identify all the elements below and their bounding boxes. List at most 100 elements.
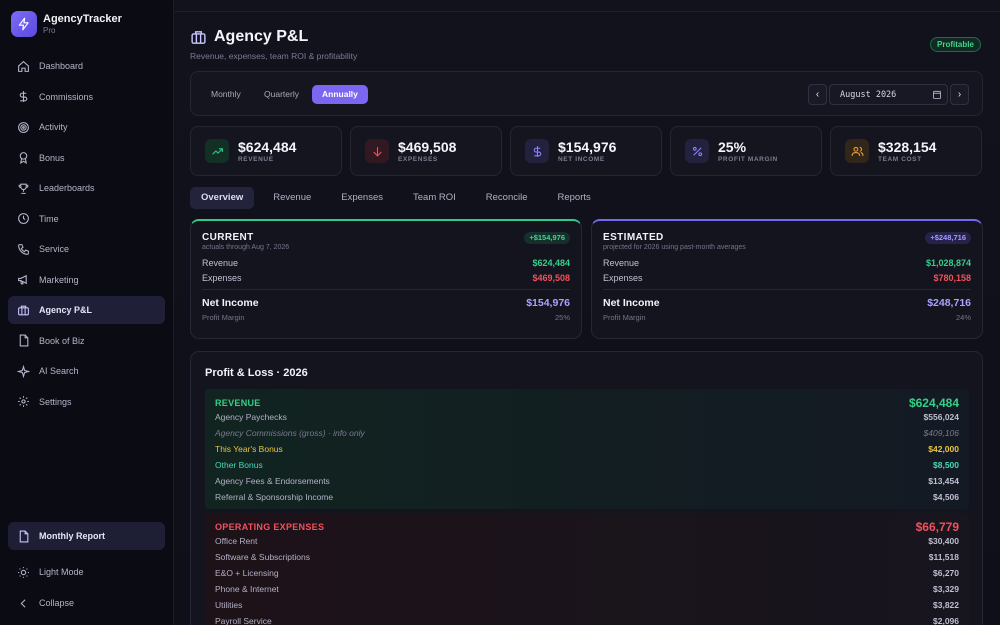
stat-value: $154,976 bbox=[558, 138, 617, 155]
light-mode-toggle[interactable]: Light Mode bbox=[8, 558, 165, 586]
period-monthly[interactable]: Monthly bbox=[201, 85, 251, 104]
page-title: Agency P&L bbox=[214, 28, 309, 45]
brand[interactable]: AgencyTracker Pro bbox=[11, 11, 122, 37]
sidebar-item-label: Time bbox=[39, 213, 59, 224]
row-label: Revenue bbox=[603, 258, 640, 268]
sidebar-item-leaderboards[interactable]: Leaderboards bbox=[8, 174, 165, 202]
row-value: $469,508 bbox=[532, 273, 570, 283]
date-input[interactable]: August 2026 bbox=[829, 84, 948, 105]
sidebar-item-ai-search[interactable]: AI Search bbox=[8, 357, 165, 385]
sidebar-item-label: Activity bbox=[39, 122, 68, 132]
phone-icon bbox=[18, 243, 29, 255]
sidebar-item-bonus[interactable]: Bonus bbox=[8, 144, 165, 172]
list-item: Software & Subscriptions $11,518 bbox=[215, 549, 959, 565]
list-item: Agency Fees & Endorsements $13,454 bbox=[215, 473, 959, 489]
margin-row: Profit Margin 25% bbox=[202, 313, 570, 322]
item-amount: $30,400 bbox=[928, 536, 959, 546]
tab-revenue[interactable]: Revenue bbox=[262, 187, 322, 209]
stat-profit-margin: 25% PROFIT MARGIN bbox=[670, 126, 822, 176]
sidebar-item-label: Agency P&L bbox=[39, 305, 93, 315]
tab-bar: Overview Revenue Expenses Team ROI Recon… bbox=[190, 187, 610, 209]
list-item: Other Bonus $8,500 bbox=[215, 457, 959, 473]
row-label: Revenue bbox=[202, 258, 239, 268]
sidebar-item-label: AI Search bbox=[39, 366, 79, 376]
sidebar-nav: Dashboard Commissions Activity Bonus Lea… bbox=[8, 52, 165, 418]
percent-icon bbox=[685, 139, 709, 163]
margin-value: 24% bbox=[955, 313, 971, 322]
row-value: $780,158 bbox=[933, 273, 971, 283]
item-amount: $2,096 bbox=[933, 616, 959, 625]
sidebar-item-commissions[interactable]: Commissions bbox=[8, 83, 165, 111]
item-label: Utilities bbox=[215, 600, 243, 610]
item-label: Other Bonus bbox=[215, 460, 263, 470]
period-bar: Monthly Quarterly Annually ‹ August 2026… bbox=[190, 71, 983, 116]
item-amount: $3,822 bbox=[933, 600, 959, 610]
main-content: Agency P&L Revenue, expenses, team ROI &… bbox=[174, 0, 1000, 625]
stat-revenue: $624,484 REVENUE bbox=[190, 126, 342, 176]
list-item: Payroll Service $2,096 bbox=[215, 613, 959, 625]
bolt-icon bbox=[11, 11, 37, 37]
users-icon bbox=[845, 139, 869, 163]
gear-icon bbox=[18, 396, 29, 407]
card-title: ESTIMATED bbox=[603, 232, 664, 243]
sun-icon bbox=[18, 566, 29, 578]
collapse-button[interactable]: Collapse bbox=[8, 589, 165, 617]
prev-period-button[interactable]: ‹ bbox=[808, 84, 827, 105]
net-badge: +$154,976 bbox=[524, 232, 570, 244]
sidebar-item-settings[interactable]: Settings bbox=[8, 388, 165, 416]
net-value: $248,716 bbox=[927, 297, 971, 309]
sidebar-item-time[interactable]: Time bbox=[8, 205, 165, 233]
list-item: Office Rent $30,400 bbox=[215, 533, 959, 549]
award-icon bbox=[19, 152, 28, 164]
revenue-row: Revenue $1,028,874 bbox=[603, 258, 971, 268]
file-icon bbox=[19, 530, 29, 542]
stat-expenses: $469,508 EXPENSES bbox=[350, 126, 502, 176]
sidebar-item-agency-pl[interactable]: Agency P&L bbox=[8, 296, 165, 324]
monthly-report-button[interactable]: Monthly Report bbox=[8, 522, 165, 550]
light-mode-label: Light Mode bbox=[39, 567, 84, 577]
target-icon bbox=[18, 121, 29, 133]
item-amount: $11,518 bbox=[928, 552, 959, 562]
stat-cards: $624,484 REVENUE $469,508 EXPENSES $154,… bbox=[190, 126, 983, 176]
calendar-icon[interactable] bbox=[933, 90, 941, 99]
tab-reports[interactable]: Reports bbox=[547, 187, 602, 209]
net-income-row: Net Income $248,716 bbox=[603, 297, 971, 309]
sidebar-item-label: Book of Biz bbox=[39, 335, 85, 346]
item-amount: $13,454 bbox=[928, 476, 959, 486]
list-item: E&O + Licensing $6,270 bbox=[215, 565, 959, 581]
tab-reconcile[interactable]: Reconcile bbox=[475, 187, 539, 209]
sidebar-item-label: Service bbox=[39, 244, 70, 254]
tab-team-roi[interactable]: Team ROI bbox=[402, 187, 467, 209]
period-annually[interactable]: Annually bbox=[312, 85, 368, 104]
list-item: Utilities $3,822 bbox=[215, 597, 959, 613]
item-label: Referral & Sponsorship Income bbox=[215, 492, 334, 502]
sidebar-item-label: Commissions bbox=[39, 91, 94, 102]
sidebar-item-dashboard[interactable]: Dashboard bbox=[8, 52, 165, 80]
next-period-button[interactable]: › bbox=[950, 84, 969, 105]
collapse-label: Collapse bbox=[39, 598, 75, 608]
sidebar-item-label: Marketing bbox=[39, 274, 79, 285]
sidebar-item-marketing[interactable]: Marketing bbox=[8, 266, 165, 294]
card-title: CURRENT bbox=[202, 232, 254, 243]
expenses-row: Expenses $780,158 bbox=[603, 273, 971, 283]
sidebar-item-activity[interactable]: Activity bbox=[8, 113, 165, 141]
sidebar-item-service[interactable]: Service bbox=[8, 235, 165, 263]
sidebar-bottom: Monthly Report Light Mode Collapse bbox=[8, 522, 165, 620]
stat-team-cost: $328,154 TEAM COST bbox=[830, 126, 982, 176]
item-label: Software & Subscriptions bbox=[215, 552, 310, 562]
revenue-section: REVENUE $624,484 Agency Paychecks $556,0… bbox=[205, 389, 969, 509]
item-amount: $42,000 bbox=[928, 444, 959, 454]
sidebar-item-book-of-biz[interactable]: Book of Biz bbox=[8, 327, 165, 355]
divider bbox=[174, 11, 1000, 12]
tab-overview[interactable]: Overview bbox=[190, 187, 255, 209]
item-amount: $3,329 bbox=[933, 584, 959, 594]
net-income-row: Net Income $154,976 bbox=[202, 297, 570, 309]
period-quarterly[interactable]: Quarterly bbox=[254, 85, 309, 104]
arrow-down-icon bbox=[365, 139, 389, 163]
date-picker: ‹ August 2026 › bbox=[808, 84, 969, 105]
stat-value: 25% bbox=[718, 138, 747, 155]
tab-expenses[interactable]: Expenses bbox=[330, 187, 394, 209]
item-amount: $4,506 bbox=[933, 492, 959, 502]
sidebar: AgencyTracker Pro Dashboard Commissions … bbox=[0, 0, 174, 625]
briefcase-icon bbox=[18, 305, 29, 315]
